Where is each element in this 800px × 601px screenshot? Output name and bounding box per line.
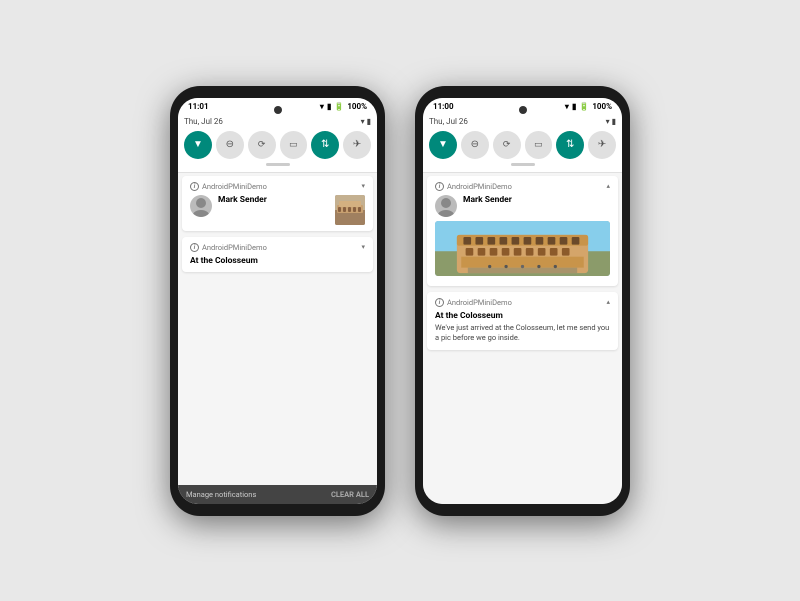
- notif-1-header: i AndroidPMiniDemo ▾: [190, 182, 365, 191]
- battery-icon-2: 🔋: [579, 102, 589, 111]
- notif-4-header: i AndroidPMiniDemo ▴: [435, 298, 610, 307]
- phone-2: 11:00 ▾ ▮ 🔋 100% Thu, Jul 26 ▾ ▮: [415, 86, 630, 516]
- qs-handle-2: [511, 163, 535, 166]
- wifi-toggle[interactable]: ▼: [184, 131, 212, 159]
- phone-1: 11:01 ▾ ▮ 🔋 100% Thu, Jul 26 ▾ ▮: [170, 86, 385, 516]
- notif-4-title: At the Colosseum: [435, 311, 610, 321]
- manage-notifications-link[interactable]: Manage notifications: [186, 490, 256, 499]
- info-icon-1: i: [190, 182, 199, 191]
- wifi-qs-icon: ▾: [361, 117, 365, 126]
- collapse-arrow-2[interactable]: ▾: [361, 243, 365, 251]
- data-transfer-toggle[interactable]: ⇅: [311, 131, 339, 159]
- qs-date-2: Thu, Jul 26 ▾ ▮: [429, 117, 616, 126]
- wifi-signal-icon-2: ▾: [565, 102, 569, 111]
- notif-1-sender: Mark Sender: [218, 195, 329, 205]
- phone-1-screen: 11:01 ▾ ▮ 🔋 100% Thu, Jul 26 ▾ ▮: [178, 98, 377, 504]
- notif-3-avatar: [435, 195, 457, 217]
- status-icons-1: ▾ ▮ 🔋 100%: [320, 102, 367, 111]
- qs-icon-row-1[interactable]: ▼ ⊖ ⟳ ▭ ⇅ ✈: [184, 131, 371, 159]
- notif-4-app: AndroidPMiniDemo: [447, 298, 512, 307]
- battery-percent-1: 100%: [347, 102, 367, 111]
- signal-bars-icon: ▮: [327, 102, 331, 111]
- notif-3-text: Mark Sender: [463, 195, 610, 205]
- notif-2-title: At the Colosseum: [190, 256, 365, 266]
- wifi-toggle-2[interactable]: ▼: [429, 131, 457, 159]
- notification-footer-1: Manage notifications CLEAR ALL: [178, 485, 377, 504]
- status-icons-2: ▾ ▮ 🔋 100%: [565, 102, 612, 111]
- expand-arrow-3[interactable]: ▴: [606, 182, 610, 190]
- notification-3-card[interactable]: i AndroidPMiniDemo ▴ Mark Sender: [427, 176, 618, 286]
- quick-settings-1: Thu, Jul 26 ▾ ▮ ▼ ⊖ ⟳ ▭ ⇅ ✈: [178, 113, 377, 173]
- notif-4-body-text: We've just arrived at the Colosseum, let…: [435, 323, 610, 344]
- status-bar-2: 11:00 ▾ ▮ 🔋 100%: [423, 98, 622, 113]
- notif-1-app: AndroidPMiniDemo: [202, 182, 267, 191]
- notif-1-body: Mark Sender: [190, 195, 365, 225]
- notification-panel-2: i AndroidPMiniDemo ▴ Mark Sender: [423, 173, 622, 504]
- expand-arrow-4[interactable]: ▴: [606, 298, 610, 306]
- status-bar-1: 11:01 ▾ ▮ 🔋 100%: [178, 98, 377, 113]
- notif-1-avatar: [190, 195, 212, 217]
- info-icon-4: i: [435, 298, 444, 307]
- battery-saver-toggle[interactable]: ▭: [280, 131, 308, 159]
- rotate-toggle[interactable]: ⟳: [248, 131, 276, 159]
- time-1: 11:01: [188, 102, 209, 111]
- notification-panel-1: i AndroidPMiniDemo ▾ Mark Sender: [178, 173, 377, 504]
- info-icon-2: i: [190, 243, 199, 252]
- clear-all-button[interactable]: CLEAR ALL: [331, 490, 369, 499]
- dnd-toggle[interactable]: ⊖: [216, 131, 244, 159]
- notif-3-header: i AndroidPMiniDemo ▴: [435, 182, 610, 191]
- notif-3-body: Mark Sender: [435, 195, 610, 217]
- airplane-toggle-2[interactable]: ✈: [588, 131, 616, 159]
- wifi-qs-icon-2: ▾: [606, 117, 610, 126]
- notif-3-app: AndroidPMiniDemo: [447, 182, 512, 191]
- data-transfer-toggle-2[interactable]: ⇅: [556, 131, 584, 159]
- notification-2-card[interactable]: i AndroidPMiniDemo ▾ At the Colosseum: [182, 237, 373, 272]
- notification-1-card[interactable]: i AndroidPMiniDemo ▾ Mark Sender: [182, 176, 373, 231]
- phone-2-screen: 11:00 ▾ ▮ 🔋 100% Thu, Jul 26 ▾ ▮: [423, 98, 622, 504]
- battery-saver-toggle-2[interactable]: ▭: [525, 131, 553, 159]
- notif-2-body: At the Colosseum: [190, 256, 365, 266]
- qs-icon-row-2[interactable]: ▼ ⊖ ⟳ ▭ ⇅ ✈: [429, 131, 616, 159]
- bars-qs-icon-2: ▮: [612, 117, 616, 126]
- notif-3-sender: Mark Sender: [463, 195, 610, 205]
- signal-group-1: ▾ ▮: [361, 117, 371, 126]
- qs-handle-1: [266, 163, 290, 166]
- battery-percent-2: 100%: [592, 102, 612, 111]
- colosseum-image: [435, 221, 610, 276]
- notif-1-thumb: [335, 195, 365, 225]
- airplane-toggle[interactable]: ✈: [343, 131, 371, 159]
- wifi-signal-icon: ▾: [320, 102, 324, 111]
- qs-date-1: Thu, Jul 26 ▾ ▮: [184, 117, 371, 126]
- notif-1-text: Mark Sender: [218, 195, 329, 205]
- notif-2-header: i AndroidPMiniDemo ▾: [190, 243, 365, 252]
- phone-comparison: 11:01 ▾ ▮ 🔋 100% Thu, Jul 26 ▾ ▮: [170, 86, 630, 516]
- notif-2-app: AndroidPMiniDemo: [202, 243, 267, 252]
- collapse-arrow-1[interactable]: ▾: [361, 182, 365, 190]
- dnd-toggle-2[interactable]: ⊖: [461, 131, 489, 159]
- bars-qs-icon: ▮: [367, 117, 371, 126]
- notification-4-card[interactable]: i AndroidPMiniDemo ▴ At the Colosseum We…: [427, 292, 618, 350]
- signal-bars-icon-2: ▮: [572, 102, 576, 111]
- signal-group-2: ▾ ▮: [606, 117, 616, 126]
- notif-4-body: At the Colosseum We've just arrived at t…: [435, 311, 610, 344]
- battery-icon-1: 🔋: [334, 102, 344, 111]
- info-icon-3: i: [435, 182, 444, 191]
- rotate-toggle-2[interactable]: ⟳: [493, 131, 521, 159]
- quick-settings-2: Thu, Jul 26 ▾ ▮ ▼ ⊖ ⟳ ▭ ⇅ ✈: [423, 113, 622, 173]
- time-2: 11:00: [433, 102, 454, 111]
- notif-2-text: At the Colosseum: [190, 256, 365, 266]
